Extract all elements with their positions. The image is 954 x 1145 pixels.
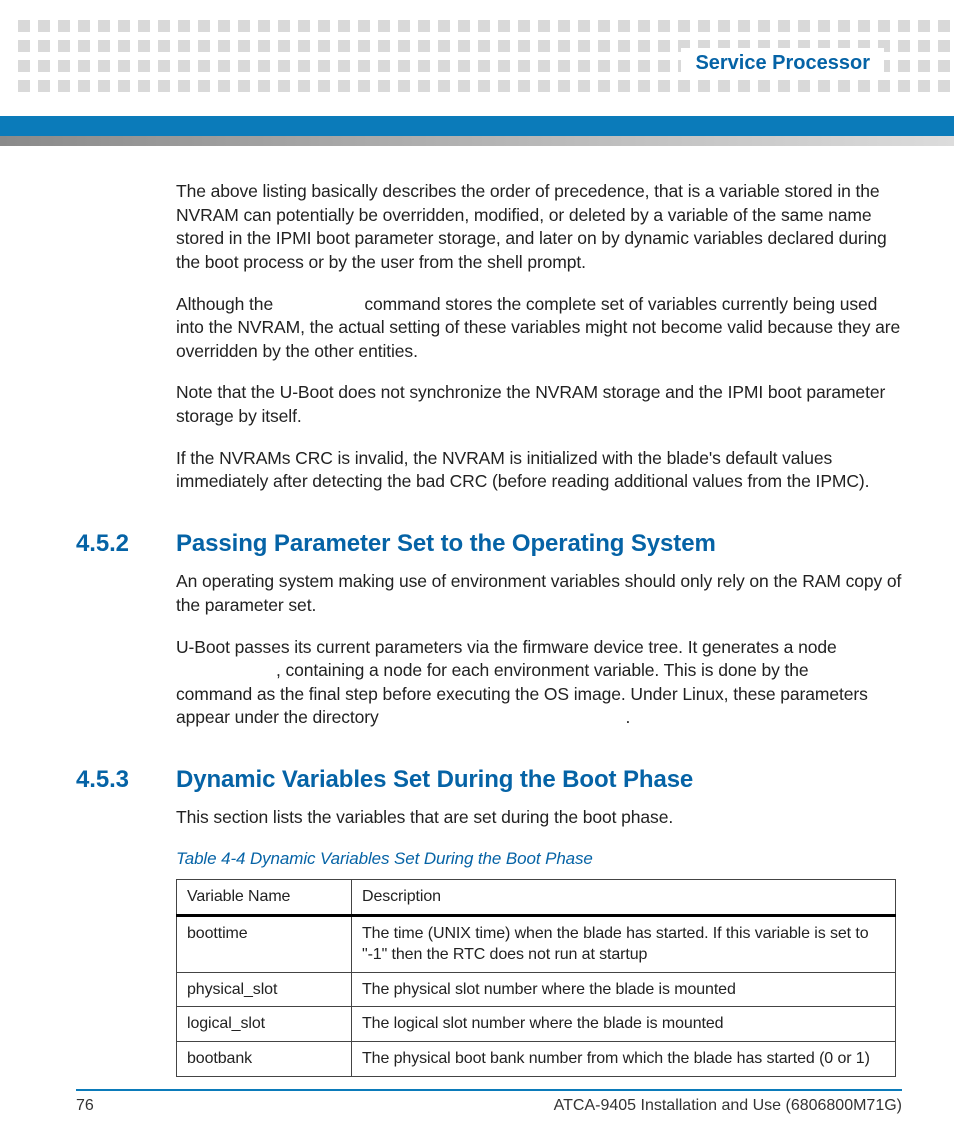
text-run: Although the <box>176 294 278 314</box>
page-content: The above listing basically describes th… <box>76 180 902 1077</box>
section-title: Dynamic Variables Set During the Boot Ph… <box>176 764 693 796</box>
body-paragraph: The above listing basically describes th… <box>176 180 902 275</box>
document-id: ATCA-9405 Installation and Use (6806800M… <box>554 1097 902 1115</box>
hidden-path-placeholder: /proc/device-tree/u-boot-envxxx <box>383 707 625 727</box>
section-title: Passing Parameter Set to the Operating S… <box>176 528 716 560</box>
body-paragraph: This section lists the variables that ar… <box>176 806 902 830</box>
table-row: logical_slot The logical slot number whe… <box>177 1007 896 1042</box>
hidden-command-placeholder: saveenvxx <box>278 294 360 314</box>
hidden-node-placeholder: u-boot-envxx <box>176 660 276 680</box>
table-cell: bootbank <box>177 1041 352 1076</box>
table-row: physical_slot The physical slot number w… <box>177 972 896 1007</box>
table-cell: The physical slot number where the blade… <box>352 972 896 1007</box>
text-run: U-Boot passes its current parameters via… <box>176 637 837 657</box>
body-paragraph: If the NVRAMs CRC is invalid, the NVRAM … <box>176 447 902 494</box>
table-row: bootbank The physical boot bank number f… <box>177 1041 896 1076</box>
table-header-cell: Variable Name <box>177 879 352 915</box>
table-cell: physical_slot <box>177 972 352 1007</box>
header-blue-rule <box>0 116 954 136</box>
table-cell: The logical slot number where the blade … <box>352 1007 896 1042</box>
page-header-label: Service Processor <box>681 48 884 79</box>
table-cell: boottime <box>177 915 352 972</box>
page-footer: 76 ATCA-9405 Installation and Use (68068… <box>76 1089 902 1115</box>
section-number: 4.5.3 <box>76 764 176 796</box>
section-heading: 4.5.3 Dynamic Variables Set During the B… <box>76 764 902 796</box>
page-number: 76 <box>76 1097 94 1115</box>
dynamic-variables-table: Variable Name Description boottime The t… <box>176 879 896 1077</box>
hidden-cmd-placeholder: bootmxx <box>813 660 878 680</box>
section-number: 4.5.2 <box>76 528 176 560</box>
header-gray-rule <box>0 136 954 146</box>
table-cell: The time (UNIX time) when the blade has … <box>352 915 896 972</box>
table-header-cell: Description <box>352 879 896 915</box>
table-caption: Table 4-4 Dynamic Variables Set During t… <box>176 848 902 871</box>
body-paragraph: An operating system making use of enviro… <box>176 570 902 617</box>
body-paragraph: U-Boot passes its current parameters via… <box>176 636 902 731</box>
table-row: boottime The time (UNIX time) when the b… <box>177 915 896 972</box>
table-header-row: Variable Name Description <box>177 879 896 915</box>
table-cell: logical_slot <box>177 1007 352 1042</box>
body-paragraph: Note that the U-Boot does not synchroniz… <box>176 381 902 428</box>
text-run: . <box>625 707 630 727</box>
table-cell: The physical boot bank number from which… <box>352 1041 896 1076</box>
text-run: , containing a node for each environment… <box>276 660 813 680</box>
section-heading: 4.5.2 Passing Parameter Set to the Opera… <box>76 528 902 560</box>
body-paragraph: Although the saveenvxx command stores th… <box>176 293 902 364</box>
